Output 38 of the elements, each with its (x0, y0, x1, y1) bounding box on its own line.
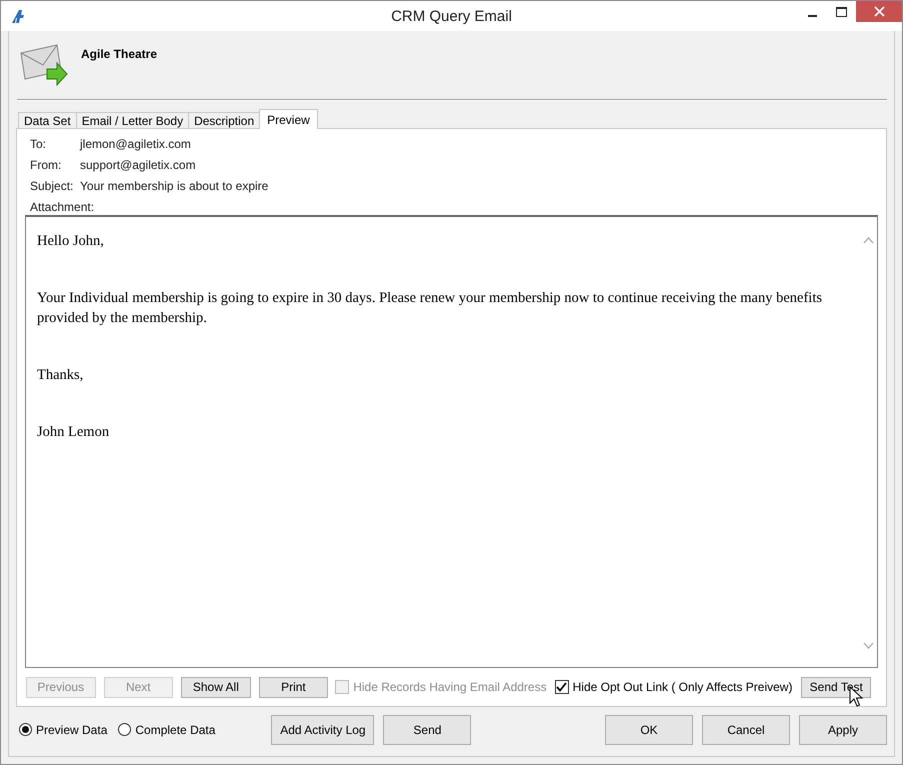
checkbox[interactable] (554, 680, 569, 694)
checkmark-icon (556, 682, 568, 692)
close-button[interactable] (856, 1, 902, 22)
field-value: support@agiletix.com (80, 158, 196, 172)
dialog-button[interactable]: Apply (799, 714, 887, 744)
tab[interactable]: Email / Letter Body (76, 112, 190, 129)
email-send-icon (19, 43, 69, 89)
radio-button[interactable] (118, 723, 132, 736)
body-paragraph: Hello John, (37, 232, 105, 251)
organization-name: Agile Theatre (81, 47, 158, 61)
radio-label: Complete Data (135, 722, 216, 736)
field-label: To: (30, 136, 48, 152)
body-paragraph: Thanks, (37, 366, 84, 385)
tab[interactable]: Data Set (18, 112, 77, 129)
nav-button[interactable]: Print (258, 676, 328, 698)
tab[interactable]: Preview (259, 109, 318, 129)
minimize-icon (808, 14, 817, 16)
tab[interactable]: Description (188, 112, 260, 129)
app-logo-icon (11, 9, 27, 23)
dialog-button[interactable]: Cancel (702, 714, 790, 744)
action-button[interactable]: Send (383, 714, 472, 744)
field-label: From: (30, 156, 62, 172)
field-label: Subject: (30, 178, 74, 194)
checkbox-label: Hide Records Having Email Address (353, 680, 547, 694)
maximize-icon (836, 6, 847, 16)
action-button[interactable]: Add Activity Log (271, 714, 374, 744)
body-paragraph: Your Individual membership is going to expire in 30 days. Please renew your membership now to continue receiving the many benefits provided by the membership. (37, 289, 823, 328)
radio-button[interactable] (19, 723, 32, 736)
radio-label: Preview Data (36, 722, 108, 736)
nav-button[interactable]: Show All (181, 676, 251, 698)
field-value: jlemon@agiletix.com (80, 136, 191, 150)
body-paragraph: John Lemon (37, 423, 110, 442)
checkbox-label: Hide Opt Out Link ( Only Affects Preivew) (572, 680, 792, 694)
dialog-button[interactable]: OK (605, 714, 693, 744)
window-title: CRM Query Email (391, 8, 512, 24)
field-value: Your membership is about to expire (80, 178, 268, 192)
close-icon (874, 6, 884, 17)
field-label: Attachment: (30, 198, 94, 214)
